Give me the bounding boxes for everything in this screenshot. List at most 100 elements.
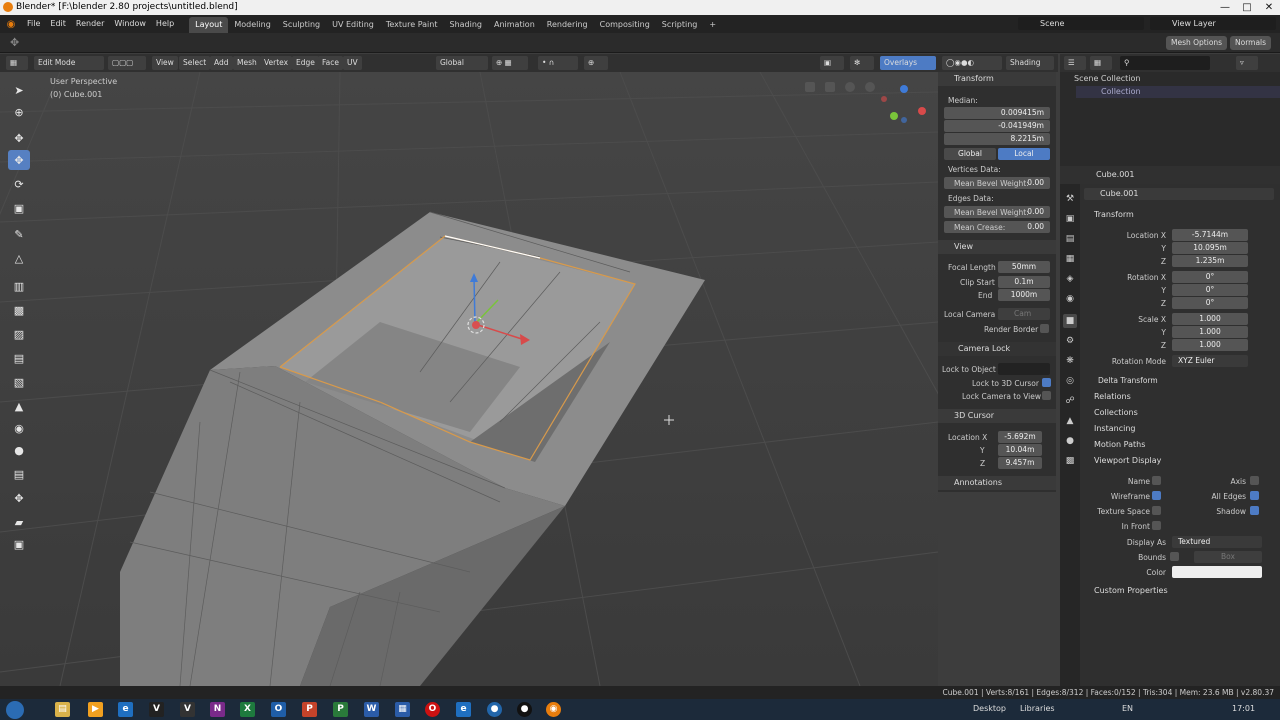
- location-y-field[interactable]: 10.095m: [1172, 242, 1248, 254]
- rotate-tool-icon[interactable]: ⟳: [8, 174, 30, 194]
- outliner-editor-icon[interactable]: ☰: [1064, 56, 1086, 70]
- in-front-checkbox[interactable]: [1152, 521, 1161, 530]
- annotations-panel-header[interactable]: Annotations: [938, 476, 1056, 490]
- location-x-field[interactable]: -5.7144m: [1172, 229, 1248, 241]
- object-name-field[interactable]: Cube.001: [1084, 188, 1274, 200]
- filter-icon[interactable]: ▿: [1236, 56, 1258, 70]
- view-object-types-icon[interactable]: ▣: [820, 56, 844, 70]
- excel-icon[interactable]: X: [240, 702, 255, 717]
- mode-selector[interactable]: Edit Mode: [34, 56, 104, 70]
- poly-build-tool-icon[interactable]: ▲: [8, 396, 30, 416]
- lock-to-object-field[interactable]: [998, 363, 1050, 375]
- loop-cut-tool-icon[interactable]: ▤: [8, 348, 30, 368]
- world-tab-icon[interactable]: ◉: [1063, 292, 1077, 306]
- 3d-viewport[interactable]: User Perspective (0) Cube.001: [0, 72, 938, 686]
- menu-edge[interactable]: Edge: [292, 56, 319, 70]
- extrude-tool-icon[interactable]: ▥: [8, 276, 30, 296]
- scale-y-field[interactable]: 1.000: [1172, 326, 1248, 338]
- shading-button[interactable]: Shading: [1006, 56, 1054, 70]
- tab-rendering[interactable]: Rendering: [541, 17, 594, 33]
- output-tab-icon[interactable]: ▤: [1063, 232, 1077, 246]
- outliner-collection-row[interactable]: Collection: [1076, 86, 1280, 98]
- minimize-icon[interactable]: —: [1214, 0, 1236, 15]
- annotate-tool-icon[interactable]: ✎: [8, 224, 30, 244]
- motion-paths-section[interactable]: Motion Paths: [1094, 440, 1145, 449]
- constraints-tab-icon[interactable]: ☍: [1063, 394, 1077, 408]
- shear-tool-icon[interactable]: ▰: [8, 512, 30, 532]
- global-toggle[interactable]: Global: [944, 148, 996, 160]
- bounds-select[interactable]: Box: [1194, 551, 1262, 563]
- scene-tab-icon[interactable]: ◈: [1063, 272, 1077, 286]
- select-mode-icons[interactable]: ▢▢▢: [108, 56, 146, 70]
- lock-camera-to-view-checkbox[interactable]: [1042, 391, 1051, 400]
- app-v-icon[interactable]: V: [149, 702, 164, 717]
- menu-window[interactable]: Window: [109, 15, 151, 33]
- view-layer-selector[interactable]: View Layer: [1150, 17, 1276, 30]
- start-button-icon[interactable]: [6, 701, 24, 719]
- transform-panel-header[interactable]: Transform: [938, 72, 1056, 86]
- menu-vertex[interactable]: Vertex: [260, 56, 293, 70]
- normals-button[interactable]: Normals: [1230, 36, 1272, 50]
- scale-tool-icon[interactable]: ▣: [8, 198, 30, 218]
- rotation-y-field[interactable]: 0°: [1172, 284, 1248, 296]
- opera-icon[interactable]: O: [425, 702, 440, 717]
- particles-tab-icon[interactable]: ❋: [1063, 354, 1077, 368]
- collections-section[interactable]: Collections: [1094, 408, 1138, 417]
- clip-start-field[interactable]: 0.1m: [998, 276, 1050, 288]
- menu-mesh[interactable]: Mesh: [233, 56, 261, 70]
- measure-tool-icon[interactable]: △: [8, 248, 30, 268]
- app-grid-icon[interactable]: ▦: [395, 702, 410, 717]
- scene-selector[interactable]: Scene: [1018, 17, 1144, 30]
- outliner-scene-collection[interactable]: Scene Collection: [1074, 74, 1141, 83]
- menu-help[interactable]: Help: [151, 15, 179, 33]
- display-mode-icon[interactable]: ▦: [1090, 56, 1112, 70]
- pivot-snap-icons[interactable]: ⊕ ▦: [492, 56, 528, 70]
- close-icon[interactable]: ✕: [1258, 0, 1280, 15]
- outlook-icon[interactable]: O: [271, 702, 286, 717]
- cursor-y-field[interactable]: 10.04m: [998, 444, 1042, 456]
- tab-texture-paint[interactable]: Texture Paint: [380, 17, 444, 33]
- menu-select[interactable]: Select: [179, 56, 211, 70]
- media-icon[interactable]: ▶: [88, 702, 103, 717]
- tab-uv-editing[interactable]: UV Editing: [326, 17, 380, 33]
- overlays-button[interactable]: Overlays: [880, 56, 936, 70]
- tab-scripting[interactable]: Scripting: [656, 17, 704, 33]
- inset-tool-icon[interactable]: ▩: [8, 300, 30, 320]
- editor-type-icon[interactable]: ▦: [6, 56, 28, 70]
- physics-tab-icon[interactable]: ◎: [1063, 374, 1077, 388]
- location-z-field[interactable]: 1.235m: [1172, 255, 1248, 267]
- tab-modeling[interactable]: Modeling: [228, 17, 276, 33]
- local-camera-field[interactable]: Cam: [998, 308, 1050, 320]
- bevel-tool-icon[interactable]: ▨: [8, 324, 30, 344]
- libraries-toolbar[interactable]: Libraries: [1020, 704, 1055, 713]
- texture-space-checkbox[interactable]: [1152, 506, 1161, 515]
- menu-face[interactable]: Face: [318, 56, 343, 70]
- render-border-checkbox[interactable]: [1040, 324, 1049, 333]
- camera-lock-header[interactable]: Camera Lock: [938, 342, 1056, 356]
- menu-file[interactable]: File: [22, 15, 45, 33]
- tab-layout[interactable]: Layout: [189, 16, 229, 33]
- language-indicator[interactable]: EN: [1122, 704, 1133, 713]
- cursor-z-field[interactable]: 9.457m: [998, 457, 1042, 469]
- 3d-cursor-panel-header[interactable]: 3D Cursor: [938, 409, 1056, 423]
- obs-icon[interactable]: ●: [517, 702, 532, 717]
- shadow-checkbox[interactable]: [1250, 506, 1259, 515]
- scale-z-field[interactable]: 1.000: [1172, 339, 1248, 351]
- relations-section[interactable]: Relations: [1094, 392, 1131, 401]
- maximize-icon[interactable]: □: [1236, 0, 1258, 15]
- scale-x-field[interactable]: 1.000: [1172, 313, 1248, 325]
- knife-tool-icon[interactable]: ▧: [8, 372, 30, 392]
- display-as-select[interactable]: Textured: [1172, 536, 1262, 548]
- onenote-icon[interactable]: N: [210, 702, 225, 717]
- shading-modes-icons[interactable]: ◯◉●◐: [942, 56, 1002, 70]
- rotation-z-field[interactable]: 0°: [1172, 297, 1248, 309]
- edge-browser-icon[interactable]: e: [118, 702, 133, 717]
- cursor-x-field[interactable]: -5.692m: [998, 431, 1042, 443]
- custom-properties-section[interactable]: Custom Properties: [1094, 586, 1168, 595]
- spin-tool-icon[interactable]: ◉: [8, 418, 30, 438]
- clip-end-field[interactable]: 1000m: [998, 289, 1050, 301]
- focal-length-field[interactable]: 50mm: [998, 261, 1050, 273]
- smooth-tool-icon[interactable]: ●: [8, 440, 30, 460]
- app-circle-icon[interactable]: ●: [487, 702, 502, 717]
- desktop-toolbar[interactable]: Desktop: [973, 704, 1006, 713]
